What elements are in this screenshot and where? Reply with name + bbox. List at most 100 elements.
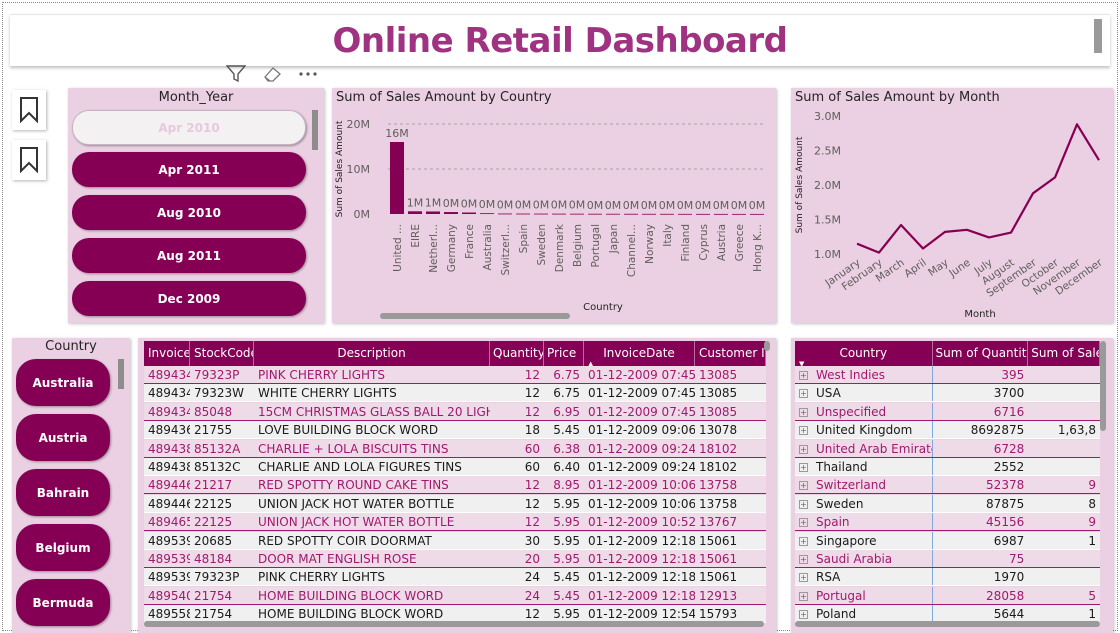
data-label: 0M xyxy=(659,199,676,212)
column-header[interactable]: Sum of Sales xyxy=(1028,341,1100,366)
slicer-item-bermuda[interactable]: Bermuda xyxy=(16,579,110,626)
slicer-scrollbar[interactable] xyxy=(118,359,124,389)
expand-icon[interactable]: + xyxy=(799,481,808,491)
table-cell: 01-12-2009 12:18:00 xyxy=(588,570,695,585)
table-cell: 5.45 xyxy=(553,588,580,603)
more-options-icon[interactable] xyxy=(298,65,318,83)
table-cell: HOME BUILDING BLOCK WORD xyxy=(258,588,444,603)
x-tick-label: Italy xyxy=(662,224,674,247)
table-cell xyxy=(1028,403,1100,420)
data-label: 0M xyxy=(533,199,550,212)
column-header[interactable]: StockCode xyxy=(190,341,254,366)
table-hscrollbar[interactable] xyxy=(795,621,1100,627)
expand-icon[interactable]: + xyxy=(799,610,808,620)
table-row: 489539 79323P PINK CHERRY LIGHTS 24 5.45 01-1… xyxy=(144,568,766,587)
table-cell: PINK CHERRY LIGHTS xyxy=(258,570,385,585)
table-cell: 01-12-2009 12:18:00 xyxy=(588,552,695,566)
table-cell: 75 xyxy=(1008,552,1025,566)
slicer-item-apr-2010[interactable]: Apr 2010 xyxy=(72,110,306,145)
eraser-icon[interactable] xyxy=(262,65,282,83)
table-cell: 489539 xyxy=(148,552,190,566)
table-cell: 5644 xyxy=(993,607,1025,622)
expand-icon[interactable]: + xyxy=(799,573,808,583)
table-cell xyxy=(1028,384,1100,401)
column-header[interactable]: Country ▼ xyxy=(795,341,933,366)
table-cell: 01-12-2009 10:06:00 xyxy=(588,496,695,511)
expand-icon[interactable]: + xyxy=(799,463,808,472)
table-cell: + West Indies xyxy=(795,366,933,383)
slicer-item-dec-2009[interactable]: Dec 2009 xyxy=(72,281,306,316)
bookmark-button-2[interactable] xyxy=(12,140,46,180)
title-scrollbar[interactable] xyxy=(1094,19,1102,53)
data-label: 0M xyxy=(605,199,622,212)
slicer-item-austria[interactable]: Austria xyxy=(16,414,110,461)
table-cell: 22125 xyxy=(194,496,233,511)
y-tick-label: 2.5M xyxy=(814,145,841,158)
table-cell: 28058 xyxy=(986,588,1025,603)
slicer-item-australia[interactable]: Australia xyxy=(16,359,110,406)
expand-icon[interactable]: + xyxy=(799,518,808,528)
filter-icon[interactable] xyxy=(226,65,246,83)
data-label: 1M xyxy=(407,196,424,209)
table-cell: LOVE BUILDING BLOCK WORD xyxy=(258,423,439,438)
table-vscrollbar[interactable] xyxy=(1100,341,1106,431)
slicer-title: Country xyxy=(45,339,97,354)
table-cell: 01-12-2009 10:06:00 xyxy=(588,478,695,493)
data-label: 0M xyxy=(461,198,478,211)
column-header[interactable]: InvoiceDate ▲ xyxy=(584,341,695,366)
table-row: 489438 85132A CHARLIE + LOLA BISCUITS TINS… xyxy=(144,439,766,458)
table-cell: 20 xyxy=(524,552,540,566)
y-axis-label: Sum of Sales Amount xyxy=(335,120,345,217)
table-cell: 21217 xyxy=(194,478,233,493)
table-cell: 3700 xyxy=(993,386,1025,401)
slicer-scrollbar[interactable] xyxy=(312,110,318,150)
expand-icon[interactable]: + xyxy=(799,389,808,399)
country-name: West Indies xyxy=(816,368,886,382)
column-header[interactable]: Quantity xyxy=(490,341,544,366)
expand-icon[interactable]: + xyxy=(799,499,808,509)
table-cell: HOME BUILDING BLOCK WORD xyxy=(258,607,444,622)
expand-icon[interactable]: + xyxy=(799,591,808,601)
table-cell: 01-12-2009 12:18:00 xyxy=(588,588,695,603)
table-hscrollbar[interactable] xyxy=(144,621,764,627)
slicer-item-apr-2011[interactable]: Apr 2011 xyxy=(72,152,306,187)
sales-by-country-chart: Sum of Sales Amount by Country 0M 10M 20M S… xyxy=(332,88,776,323)
bar xyxy=(713,213,729,215)
table-cell: + Singapore xyxy=(795,531,933,549)
bar xyxy=(749,213,765,215)
bookmark-button-1[interactable] xyxy=(12,90,46,130)
bar xyxy=(623,213,639,215)
expand-icon[interactable]: + xyxy=(799,555,808,564)
x-tick-label: Norway xyxy=(644,224,656,264)
table-cell: 21754 xyxy=(194,588,233,603)
data-label: 0M xyxy=(677,199,694,212)
table-cell: WHITE CHERRY LIGHTS xyxy=(258,386,397,401)
slicer-item-bahrain[interactable]: Bahrain xyxy=(16,469,110,516)
expand-icon[interactable]: + xyxy=(799,371,808,380)
expand-icon[interactable]: + xyxy=(799,444,808,454)
slicer-item-aug-2010[interactable]: Aug 2010 xyxy=(72,195,306,230)
expand-icon[interactable]: + xyxy=(799,407,808,417)
country-name: Saudi Arabia xyxy=(816,552,893,566)
table-cell: 6.75 xyxy=(553,386,580,401)
column-header[interactable]: Description xyxy=(254,341,490,366)
table-vscrollbar[interactable] xyxy=(764,341,770,351)
table-cell: 5.45 xyxy=(553,423,580,438)
slicer-item-belgium[interactable]: Belgium xyxy=(16,524,110,571)
country-table: Country▼Sum of QuantitySum of Sales + West… xyxy=(795,341,1100,625)
chart-scrollbar[interactable] xyxy=(380,313,570,319)
expand-icon[interactable]: + xyxy=(799,426,808,436)
column-header[interactable]: Sum of Quantity xyxy=(933,341,1029,366)
column-header[interactable]: Customer ID xyxy=(695,341,766,366)
table-cell: 01-12-2009 12:18:00 xyxy=(588,533,695,548)
column-header[interactable]: Invoice xyxy=(144,341,190,366)
expand-icon[interactable]: + xyxy=(799,536,808,546)
table-cell: 12 xyxy=(524,496,540,511)
column-header[interactable]: Price xyxy=(544,341,584,366)
table-cell: 8.95 xyxy=(553,478,580,493)
table-cell: + RSA xyxy=(795,568,933,586)
slicer-item-aug-2011[interactable]: Aug 2011 xyxy=(72,238,306,273)
x-tick-label: Austria xyxy=(716,224,728,261)
x-tick-label: May xyxy=(926,257,951,279)
table-cell: 9 xyxy=(1088,478,1096,493)
